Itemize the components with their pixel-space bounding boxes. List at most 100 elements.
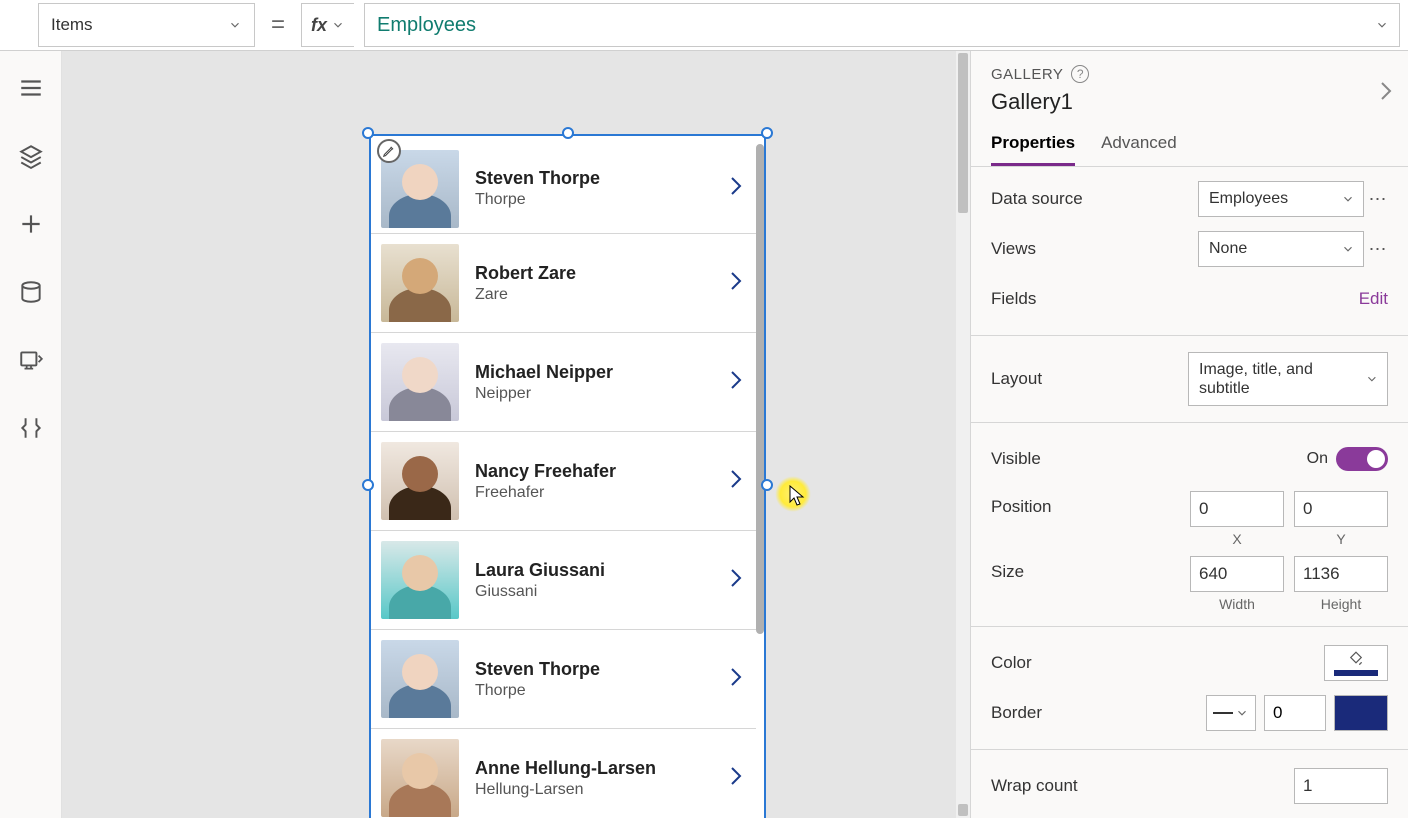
resize-handle[interactable]: [562, 127, 574, 139]
fill-icon: [1347, 650, 1365, 668]
row-chevron[interactable]: [728, 566, 744, 595]
help-icon[interactable]: ?: [1071, 65, 1089, 83]
layout-select[interactable]: Image, title, and subtitle: [1188, 352, 1388, 406]
row-title: Nancy Freehafer: [475, 461, 728, 482]
chevron-down-icon: [1235, 706, 1249, 720]
data-source-more[interactable]: ⋯: [1368, 189, 1388, 210]
position-y-input[interactable]: [1294, 491, 1388, 527]
row-title: Steven Thorpe: [475, 168, 728, 189]
row-text: Steven ThorpeThorpe: [459, 659, 728, 700]
size-height-input[interactable]: [1294, 556, 1388, 592]
hamburger-icon: [18, 75, 44, 101]
fx-button[interactable]: fx: [301, 3, 354, 47]
formula-input[interactable]: Employees: [364, 3, 1400, 47]
row-title: Steven Thorpe: [475, 659, 728, 680]
control-name: Gallery1: [991, 89, 1388, 115]
label-width: Width: [1219, 596, 1255, 612]
row-title: Robert Zare: [475, 263, 728, 284]
tab-advanced[interactable]: Advanced: [1101, 133, 1177, 166]
resize-handle[interactable]: [761, 479, 773, 491]
avatar: [381, 343, 459, 421]
row-chevron[interactable]: [728, 665, 744, 694]
row-views: Views None ⋯: [991, 231, 1388, 267]
row-chevron[interactable]: [728, 368, 744, 397]
row-text: Robert Zare Zare: [459, 263, 728, 304]
label-height: Height: [1321, 596, 1361, 612]
chevron-down-icon: [1341, 242, 1355, 256]
canvas-scrollbar[interactable]: [956, 51, 970, 818]
label-layout: Layout: [991, 369, 1188, 389]
row-subtitle: Zare: [475, 286, 728, 304]
row-chevron[interactable]: [728, 269, 744, 298]
properties-panel: GALLERY ? Gallery1 Properties Advanced D…: [970, 51, 1408, 818]
property-selector[interactable]: Items: [38, 3, 255, 47]
border-line-preview: [1213, 712, 1233, 714]
gallery-row[interactable]: Steven ThorpeThorpe: [371, 144, 756, 234]
border-style-select[interactable]: [1206, 695, 1256, 731]
divider: [971, 749, 1408, 750]
tree-view-button[interactable]: [14, 139, 48, 173]
row-subtitle: Giussani: [475, 583, 728, 601]
color-picker[interactable]: [1324, 645, 1388, 681]
wrap-count-input[interactable]: [1294, 768, 1388, 804]
row-chevron[interactable]: [728, 174, 744, 203]
chevron-right-icon: [728, 764, 744, 788]
resize-handle[interactable]: [761, 127, 773, 139]
fields-edit-link[interactable]: Edit: [1359, 289, 1388, 309]
gallery-scrollbar[interactable]: [756, 144, 764, 634]
tools-button[interactable]: [14, 411, 48, 445]
gallery-control[interactable]: Steven ThorpeThorpe Robert Zare Zare Michae…: [369, 134, 766, 818]
tab-properties[interactable]: Properties: [991, 133, 1075, 166]
insert-button[interactable]: [14, 207, 48, 241]
row-layout: Layout Image, title, and subtitle: [991, 354, 1388, 404]
data-button[interactable]: [14, 275, 48, 309]
views-select[interactable]: None: [1198, 231, 1364, 267]
visible-toggle[interactable]: [1336, 447, 1388, 471]
formula-expression: Employees: [377, 14, 476, 37]
edit-template-button[interactable]: [377, 139, 401, 163]
resize-handle[interactable]: [362, 479, 374, 491]
control-type-label: GALLERY: [991, 66, 1063, 83]
avatar: [381, 244, 459, 322]
media-button[interactable]: [14, 343, 48, 377]
row-chevron[interactable]: [728, 467, 744, 496]
position-x-input[interactable]: [1190, 491, 1284, 527]
gallery-row[interactable]: Anne Hellung-LarsenHellung-Larsen: [371, 729, 756, 818]
row-fields: Fields Edit: [991, 281, 1388, 317]
avatar: [381, 541, 459, 619]
label-data-source: Data source: [991, 189, 1198, 209]
chevron-down-icon: [331, 18, 345, 32]
gallery-row[interactable]: Michael NeipperNeipper: [371, 333, 756, 432]
size-width-input[interactable]: [1190, 556, 1284, 592]
label-visible: Visible: [991, 449, 1307, 469]
chevron-right-icon: [728, 174, 744, 198]
row-subtitle: Hellung-Larsen: [475, 781, 728, 799]
gallery-row[interactable]: Laura Giussani Giussani: [371, 531, 756, 630]
gallery-row[interactable]: Robert Zare Zare: [371, 234, 756, 333]
resize-handle[interactable]: [362, 127, 374, 139]
plus-icon: [18, 211, 44, 237]
label-x: X: [1232, 531, 1241, 547]
border-width-input[interactable]: [1264, 695, 1326, 731]
label-color: Color: [991, 653, 1324, 673]
color-preview: [1334, 670, 1378, 676]
scrollbar-thumb[interactable]: [958, 53, 968, 213]
hamburger-button[interactable]: [14, 71, 48, 105]
data-source-select[interactable]: Employees: [1198, 181, 1364, 217]
avatar: [381, 442, 459, 520]
left-rail: [0, 51, 62, 818]
gallery-row[interactable]: Steven ThorpeThorpe: [371, 630, 756, 729]
views-more[interactable]: ⋯: [1368, 239, 1388, 260]
data-source-value: Employees: [1209, 190, 1288, 208]
fx-icon: fx: [311, 15, 327, 36]
scrollbar-thumb[interactable]: [958, 804, 968, 816]
chevron-down-icon[interactable]: [1375, 18, 1389, 32]
chevron-right-icon[interactable]: [1378, 79, 1394, 103]
row-chevron[interactable]: [728, 764, 744, 793]
chevron-down-icon: [1341, 192, 1355, 206]
row-title: Laura Giussani: [475, 560, 728, 581]
gallery-row[interactable]: Nancy FreehaferFreehafer: [371, 432, 756, 531]
views-value: None: [1209, 240, 1247, 258]
canvas[interactable]: Steven ThorpeThorpe Robert Zare Zare Michae…: [62, 51, 970, 818]
border-color-picker[interactable]: [1334, 695, 1388, 731]
